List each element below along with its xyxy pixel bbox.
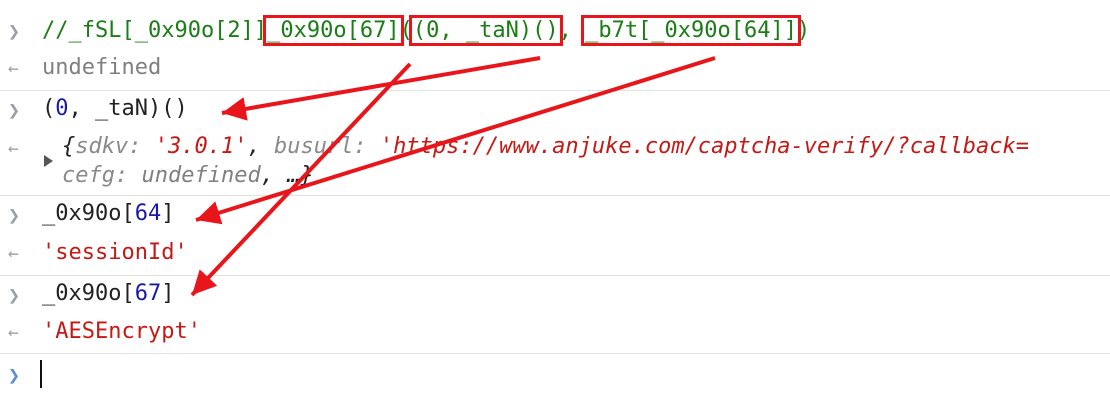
annotation-arrows bbox=[190, 56, 716, 297]
arrow-to-index-64 bbox=[195, 56, 716, 225]
arrow-to-tan-call bbox=[221, 56, 541, 121]
devtools-console: ❯ //_fSL[_0x90o[2]]_0x90o[67]((0, _taN)(… bbox=[0, 0, 1110, 412]
